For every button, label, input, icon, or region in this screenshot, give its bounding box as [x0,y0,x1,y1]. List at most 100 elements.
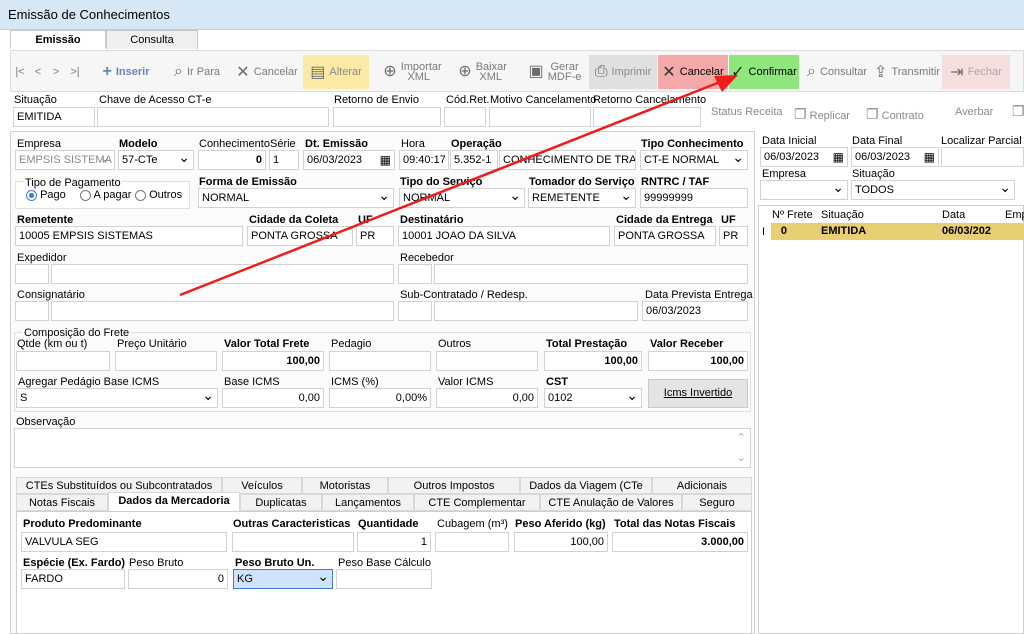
a-pagar-radio[interactable]: A pagar [80,189,131,201]
total-prestacao-field[interactable]: 100,00 [544,351,642,371]
alterar-button[interactable]: ▤ Alterar [303,55,369,89]
observacao-textarea[interactable]: ⌃ ⌄ [14,428,751,468]
tab-emissao[interactable]: Emissão [10,30,106,49]
tab-cte-anulacao[interactable]: CTE Anulação de Valores [540,494,682,511]
averbar-button[interactable]: Averbar [955,106,993,118]
agregar-pedagio-select[interactable]: S [16,388,218,408]
conhecimento-field[interactable]: 0 [198,150,266,170]
gerar-mdfe-button[interactable]: ▣ Gerar MDF-e [521,55,589,89]
contrato-button[interactable]: ❐ Contrato [866,106,924,123]
importar-xml-button[interactable]: ⊕ Importar XML [376,55,444,89]
filtro-situacao-select[interactable]: TODOS [851,180,1015,200]
prev-record-button[interactable]: < [31,55,45,89]
quantidade-field[interactable]: 1 [357,532,431,552]
scroll-down-icon[interactable]: ⌄ [737,449,746,467]
uf-entrega-field[interactable]: PR [719,226,748,246]
tab-adicionais[interactable]: Adicionais [652,477,752,494]
operacao-code-field[interactable]: 5.352-1 [450,150,498,170]
table-row[interactable]: 0 EMITIDA 06/03/202 [771,223,1024,240]
motivo-cancelamento-field[interactable] [489,107,591,127]
retorno-envio-field[interactable] [333,107,441,127]
serie-field[interactable]: 1 [269,150,299,170]
subcontratado-name-field[interactable] [434,301,638,321]
tab-duplicatas[interactable]: Duplicatas [240,494,322,511]
localizar-parcial-field[interactable] [941,147,1024,167]
last-record-button[interactable]: >| [67,55,83,89]
ir-para-button[interactable]: ⌕ Ir Para [166,55,228,89]
scroll-up-icon[interactable]: ⌃ [737,429,746,447]
status-receita-button[interactable]: Status Receita [711,106,783,118]
tab-dados-viagem[interactable]: Dados da Viagem (CTe OS) [520,477,652,508]
tab-notas-fiscais[interactable]: Notas Fiscais [16,494,108,511]
expedidor-code-field[interactable] [15,264,49,284]
pedagio-field[interactable] [329,351,431,371]
first-record-button[interactable]: |< [13,55,27,89]
outros-radio[interactable]: Outros [135,189,182,201]
tomador-select[interactable]: REMETENTE [528,188,636,208]
grid-header-emp[interactable]: Emp [1005,209,1024,221]
situacao-field[interactable]: EMITIDA [13,107,95,127]
rntrc-field[interactable]: 99999999 [640,188,748,208]
valor-total-field[interactable]: 100,00 [222,351,324,371]
grid-header-frete[interactable]: Nº Frete [772,209,813,221]
empresa-select[interactable]: EMPSIS SISTEMA [15,150,115,170]
valor-icms-field[interactable]: 0,00 [436,388,538,408]
tab-outros-impostos[interactable]: Outros Impostos [388,477,520,494]
cst-select[interactable]: 0102 [544,388,642,408]
filtro-empresa-select[interactable] [760,180,848,200]
insert-button[interactable]: + Inserir [93,55,159,89]
transmitir-button[interactable]: ⇪ Transmitir [873,55,941,89]
cidade-coleta-field[interactable]: PONTA GROSSA [247,226,353,246]
outros-valor-field[interactable] [436,351,538,371]
icms-invertido-button[interactable]: Icms Invertido [648,379,748,408]
calendar-icon[interactable]: ▦ [924,148,935,166]
replicar-button[interactable]: ❐ Replicar [794,106,850,123]
consultar-button[interactable]: ⌕ Consultar [803,55,871,89]
peso-bruto-field[interactable]: 0 [128,569,228,589]
grid-header-data[interactable]: Data [942,209,965,221]
baixar-xml-button[interactable]: ⊕ Baixar XML [451,55,513,89]
tab-cte-complementar[interactable]: CTE Complementar [414,494,540,511]
cidade-entrega-field[interactable]: PONTA GROSSA [614,226,716,246]
cancel-edit-button[interactable]: ✕ Cancelar [233,55,301,89]
calendar-icon[interactable]: ▦ [380,151,391,169]
dt-emissao-field[interactable]: 06/03/2023 ▦ [303,150,395,170]
grid-header-situacao[interactable]: Situação [821,209,864,221]
preco-unitario-field[interactable] [115,351,217,371]
tab-seguro[interactable]: Seguro [682,494,752,511]
chave-acesso-field[interactable] [97,107,329,127]
recebedor-code-field[interactable] [398,264,432,284]
tab-consulta[interactable]: Consulta [106,30,198,49]
outras-caracteristicas-field[interactable] [232,532,354,552]
pago-radio[interactable]: Pago [26,189,66,201]
tipo-servico-select[interactable]: NORMAL [399,188,525,208]
tipo-conhecimento-select[interactable]: CT-E NORMAL [640,150,748,170]
forma-emissao-select[interactable]: NORMAL [198,188,394,208]
modelo-select[interactable]: 57-CTe [118,150,194,170]
recebedor-name-field[interactable] [434,264,748,284]
icms-pct-field[interactable]: 0,00% [329,388,431,408]
operacao-desc-field[interactable]: CONHECIMENTO DE TRANSF [499,150,636,170]
total-notas-field[interactable]: 3.000,00 [612,532,748,552]
peso-base-calculo-field[interactable] [336,569,432,589]
tab-motoristas[interactable]: Motoristas [302,477,388,494]
expedidor-name-field[interactable] [51,264,394,284]
copy-icon[interactable]: ❐ [1012,103,1024,120]
especie-field[interactable]: FARDO [21,569,125,589]
confirmar-button[interactable]: ✓ Confirmar [729,55,799,89]
qtde-field[interactable] [16,351,110,371]
fechar-button[interactable]: ⇥ Fechar [942,55,1010,89]
tab-dados-mercadoria[interactable]: Dados da Mercadoria [108,492,240,512]
cancelar-button[interactable]: ✕ Cancelar [658,55,728,89]
imprimir-button[interactable]: ⎙ Imprimir [589,55,657,89]
retorno-cancelamento-field[interactable] [593,107,701,127]
uf-coleta-field[interactable]: PR [356,226,394,246]
subcontratado-code-field[interactable] [398,301,432,321]
peso-bruto-un-select[interactable]: KG [233,569,333,589]
produto-predominante-field[interactable]: VALVULA SEG [21,532,227,552]
remetente-field[interactable]: 10005 EMPSIS SISTEMAS [15,226,243,246]
data-prevista-field[interactable]: 06/03/2023 [642,301,748,321]
next-record-button[interactable]: > [49,55,63,89]
consignatario-name-field[interactable] [51,301,394,321]
hora-field[interactable]: 09:40:17 [399,150,449,170]
